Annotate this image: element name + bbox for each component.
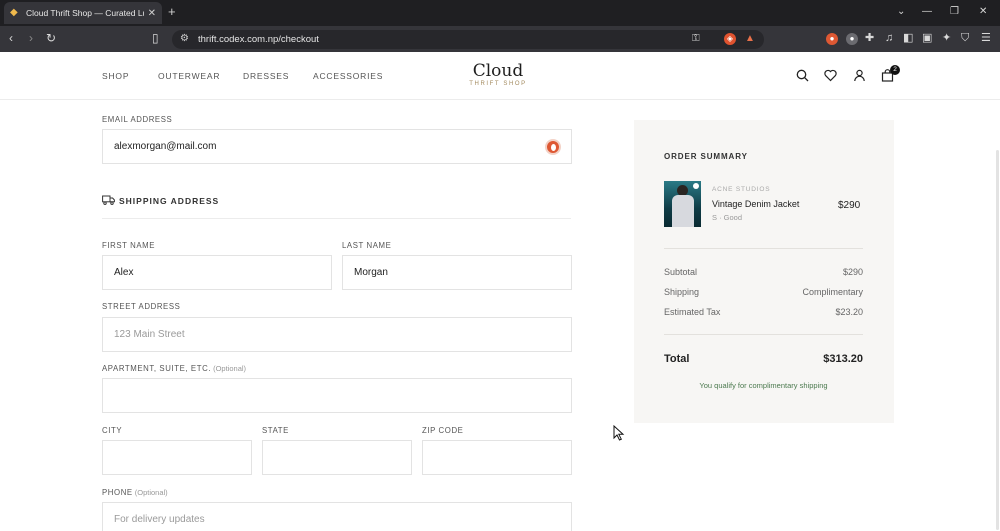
puzzle-extensions-icon[interactable]: ✚ [865, 32, 874, 45]
duckduckgo-email-protection-icon[interactable] [545, 139, 561, 155]
last-name-value: Morgan [354, 267, 388, 278]
nav-shop[interactable]: SHOP [102, 71, 129, 81]
street-address-label: STREET ADDRESS [102, 302, 181, 311]
cart-count-badge: 2 [890, 65, 900, 75]
restore-icon[interactable]: ❐ [950, 6, 959, 18]
close-tab-icon[interactable]: ✕ [148, 8, 156, 19]
brave-rewards-icon[interactable]: ▲ [744, 33, 756, 45]
total-label: Total [664, 353, 690, 365]
minimize-icon[interactable]: — [922, 6, 932, 18]
password-key-icon[interactable]: ⚿ [692, 33, 700, 44]
forward-icon[interactable]: › [29, 31, 33, 45]
apartment-label-text: APARTMENT, SUITE, ETC. [102, 364, 212, 373]
shipping-value: Complimentary [802, 287, 863, 297]
first-name-value: Alex [114, 267, 134, 278]
email-label: EMAIL ADDRESS [102, 115, 173, 124]
section-divider [102, 218, 571, 219]
vpn-shield-icon[interactable]: ⛉ [961, 32, 969, 45]
nav-dresses[interactable]: DRESSES [243, 71, 289, 81]
leo-ai-icon[interactable]: ✦ [942, 32, 951, 45]
site-header: SHOP OUTERWEAR DRESSES ACCESSORIES Cloud… [0, 52, 1000, 100]
thumbnail-qty-dot [693, 183, 699, 189]
zip-code-field[interactable] [422, 440, 572, 475]
summary-divider [664, 334, 863, 335]
site-logo[interactable]: Cloud THRIFT SHOP [450, 62, 546, 87]
page-scrollbar[interactable] [996, 150, 999, 530]
wishlist-heart-icon[interactable] [823, 69, 837, 83]
first-name-field[interactable]: Alex [102, 255, 332, 290]
total-value: $313.20 [823, 353, 863, 365]
apartment-field[interactable] [102, 378, 572, 413]
duckduckgo-extension-icon[interactable]: ● [826, 33, 838, 45]
brave-shield-icon[interactable]: ◈ [724, 33, 736, 45]
search-icon[interactable] [795, 69, 809, 83]
browser-tab[interactable]: ◆ Cloud Thrift Shop — Curated Lu ✕ [4, 2, 162, 24]
shipping-address-heading: SHIPPING ADDRESS [119, 196, 220, 206]
browser-toolbar: ‹ › ↻ ▯ ⚙ thrift.codex.com.np/checkout ⚿… [0, 26, 1000, 52]
url-text[interactable]: thrift.codex.com.np/checkout [198, 34, 319, 45]
close-window-icon[interactable]: ✕ [979, 6, 987, 18]
summary-divider [664, 248, 863, 249]
mouse-cursor-icon [613, 425, 625, 441]
account-icon[interactable] [852, 69, 866, 83]
street-address-placeholder: 123 Main Street [114, 329, 185, 340]
product-price: $290 [838, 200, 861, 211]
zip-code-label: ZIP CODE [422, 426, 464, 435]
state-label: STATE [262, 426, 289, 435]
logo-tagline: THRIFT SHOP [469, 81, 527, 87]
extension-icon[interactable]: ● [846, 33, 858, 45]
apartment-label: APARTMENT, SUITE, ETC. (Optional) [102, 364, 246, 373]
first-name-label: FIRST NAME [102, 241, 156, 250]
tab-title: Cloud Thrift Shop — Curated Lu [26, 8, 144, 18]
phone-placeholder: For delivery updates [114, 514, 205, 525]
phone-field[interactable]: For delivery updates [102, 502, 572, 531]
last-name-label: LAST NAME [342, 241, 392, 250]
product-brand: ACNE STUDIOS [712, 186, 771, 193]
order-summary-panel: ORDER SUMMARY ACNE STUDIOS Vintage Denim… [634, 120, 894, 423]
city-label: CITY [102, 426, 123, 435]
product-name[interactable]: Vintage Denim Jacket [712, 199, 799, 209]
wallet-icon[interactable]: ▣ [922, 32, 932, 45]
free-shipping-note: You qualify for complimentary shipping [699, 381, 828, 390]
bookmark-icon[interactable]: ▯ [152, 31, 159, 45]
thumbnail-jacket [672, 195, 694, 227]
product-thumbnail[interactable] [664, 181, 701, 227]
truck-icon [102, 195, 115, 205]
reload-icon[interactable]: ↻ [46, 31, 56, 45]
order-summary-heading: ORDER SUMMARY [664, 152, 748, 161]
address-bar[interactable]: ⚙ thrift.codex.com.np/checkout ⚿ [172, 30, 764, 49]
shipping-label: Shipping [664, 287, 700, 297]
tax-label: Estimated Tax [664, 307, 721, 317]
subtotal-value: $290 [842, 267, 863, 277]
city-field[interactable] [102, 440, 252, 475]
phone-optional-hint: (Optional) [134, 488, 168, 497]
site-info-icon[interactable]: ⚙ [180, 33, 189, 44]
email-field[interactable]: alexmorgan@mail.com [102, 129, 572, 164]
back-icon[interactable]: ‹ [9, 31, 13, 45]
email-value: alexmorgan@mail.com [114, 141, 217, 152]
phone-label-text: PHONE [102, 488, 133, 497]
media-icon[interactable]: ♫ [885, 32, 893, 45]
tab-list-chevron-icon[interactable]: ⌄ [897, 6, 905, 18]
nav-outerwear[interactable]: OUTERWEAR [158, 71, 220, 81]
browser-tab-bar: ◆ Cloud Thrift Shop — Curated Lu ✕ + ⌄ —… [0, 0, 1000, 26]
subtotal-label: Subtotal [664, 267, 698, 277]
street-address-field[interactable]: 123 Main Street [102, 317, 572, 352]
sidebar-icon[interactable]: ◧ [903, 32, 913, 45]
new-tab-button[interactable]: + [168, 5, 176, 19]
site-favicon-icon: ◆ [10, 7, 18, 18]
logo-wordmark: Cloud [472, 61, 524, 81]
state-field[interactable] [262, 440, 412, 475]
last-name-field[interactable]: Morgan [342, 255, 572, 290]
nav-accessories[interactable]: ACCESSORIES [313, 71, 383, 81]
menu-icon[interactable]: ☰ [981, 32, 991, 45]
apartment-optional-hint: (Optional) [213, 364, 247, 373]
tax-value: $23.20 [835, 307, 863, 317]
phone-label: PHONE (Optional) [102, 488, 168, 497]
product-variant: S · Good [712, 213, 743, 222]
